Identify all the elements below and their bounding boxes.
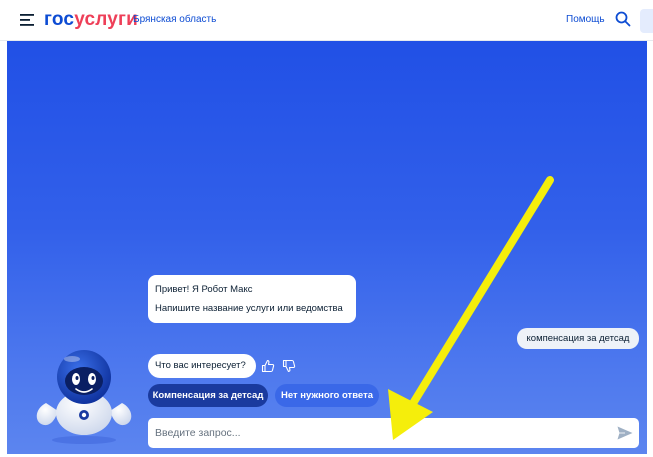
help-link[interactable]: Помощь <box>566 14 605 25</box>
region-selector[interactable]: Брянская область <box>133 14 216 25</box>
logo-part-2: услуги <box>74 9 139 30</box>
message-input-box <box>148 418 639 448</box>
send-icon[interactable] <box>617 426 633 440</box>
chat-panel: Привет! Я Робот Макс Напишите название у… <box>7 41 647 454</box>
robot-avatar <box>36 350 132 444</box>
logo-part-1: гос <box>44 9 75 30</box>
login-button[interactable] <box>640 9 653 33</box>
gosuslugi-logo[interactable]: госуслуги <box>44 9 138 31</box>
menu-icon[interactable] <box>20 14 34 26</box>
message-input[interactable] <box>148 418 588 448</box>
bot-question-bubble: Что вас интересует? <box>148 354 256 378</box>
greeting-line-1: Привет! Я Робот Макс <box>155 284 253 295</box>
thumbs-down-icon[interactable] <box>282 359 296 373</box>
greeting-line-2: Напишите название услуги или ведомства <box>155 303 343 314</box>
bot-greeting-bubble: Привет! Я Робот Макс Напишите название у… <box>148 275 356 323</box>
search-icon[interactable] <box>615 11 631 27</box>
top-header: госуслуги Брянская область Помощь <box>0 0 653 41</box>
chip-no-answer[interactable]: Нет нужного ответа <box>275 384 379 407</box>
chip-kindergarten-compensation[interactable]: Компенсация за детсад <box>148 384 268 407</box>
thumbs-up-icon[interactable] <box>261 359 275 373</box>
user-message-bubble: компенсация за детсад <box>517 328 639 349</box>
